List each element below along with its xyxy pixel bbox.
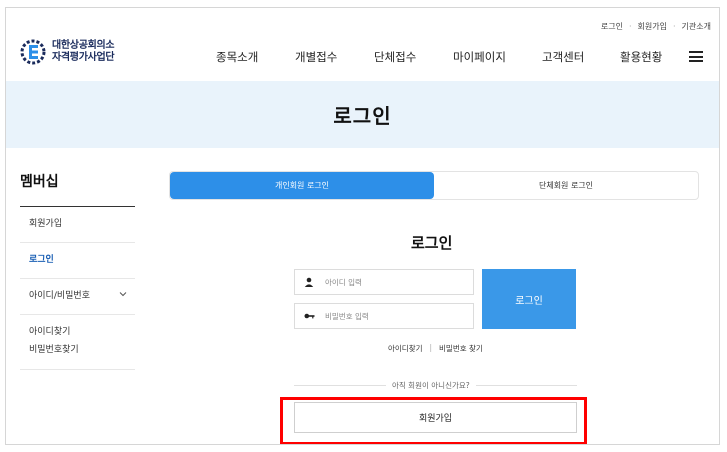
nav-item-courses[interactable]: 종목소개 [216,49,258,65]
hero-banner: 로그인 [6,81,719,148]
util-about-link[interactable]: 기관소개 [682,21,711,32]
nav-item-group-apply[interactable]: 단체접수 [374,49,416,65]
side-item-find-account[interactable]: 아이디/비밀번호 [20,279,135,315]
nav-item-mypage[interactable]: 마이페이지 [453,49,506,65]
login-type-tabs: 개인회원 로그인 단체회원 로그인 [169,171,699,200]
logo-line2: 자격평가사업단 [52,52,115,63]
login-button[interactable]: 로그인 [482,269,576,329]
side-item-join[interactable]: 회원가입 [20,207,135,243]
utility-links: 로그인 · 회원가입 · 기관소개 [601,21,711,32]
id-field[interactable] [294,269,474,295]
password-field[interactable] [294,303,474,329]
login-heading: 로그인 [411,234,453,252]
util-separator: · [629,22,632,31]
logo-text: 대한상공회의소 자격평가사업단 [52,40,115,64]
key-icon [295,312,323,320]
not-member-text: 아직 회원이 아니신가요? [386,380,476,391]
logo-mark-icon [20,39,46,65]
find-password-link[interactable]: 비밀번호 찾기 [439,343,483,354]
link-separator: | [429,343,433,352]
find-links: 아이디찾기 | 비밀번호 찾기 [388,343,483,354]
util-separator: · [673,22,676,31]
user-icon [295,277,323,287]
util-join-link[interactable]: 회원가입 [638,21,667,32]
nav-item-usage[interactable]: 활용현황 [620,49,662,65]
tab-group-login[interactable]: 단체회원 로그인 [434,172,698,199]
side-item-login[interactable]: 로그인 [20,243,135,279]
id-input[interactable] [323,276,467,288]
side-subitem-find-password[interactable]: 비밀번호찾기 [29,341,135,359]
site-logo[interactable]: 대한상공회의소 자격평가사업단 [20,39,115,65]
find-id-link[interactable]: 아이디찾기 [388,343,423,354]
page-title: 로그인 [333,104,392,128]
browser-page: 로그인 · 회원가입 · 기관소개 대한상공회의소 자격평가사업단 종목소개 개… [5,7,720,445]
side-item-find-account-label: 아이디/비밀번호 [29,291,90,301]
side-nav-title: 멤버십 [20,171,135,207]
password-input[interactable] [323,310,467,322]
util-login-link[interactable]: 로그인 [601,21,623,32]
menu-icon[interactable] [689,51,703,62]
side-nav: 멤버십 회원가입 로그인 아이디/비밀번호 아이디찾기 비밀번호찾기 [20,171,135,370]
logo-line1: 대한상공회의소 [52,40,115,51]
nav-item-individual-apply[interactable]: 개별접수 [295,49,337,65]
chevron-down-icon [119,279,127,314]
tab-individual-login[interactable]: 개인회원 로그인 [170,172,434,199]
side-subitem-find-id[interactable]: 아이디찾기 [29,323,135,341]
side-subitems: 아이디찾기 비밀번호찾기 [20,315,135,370]
nav-item-support[interactable]: 고객센터 [542,49,584,65]
highlight-box [280,397,587,444]
